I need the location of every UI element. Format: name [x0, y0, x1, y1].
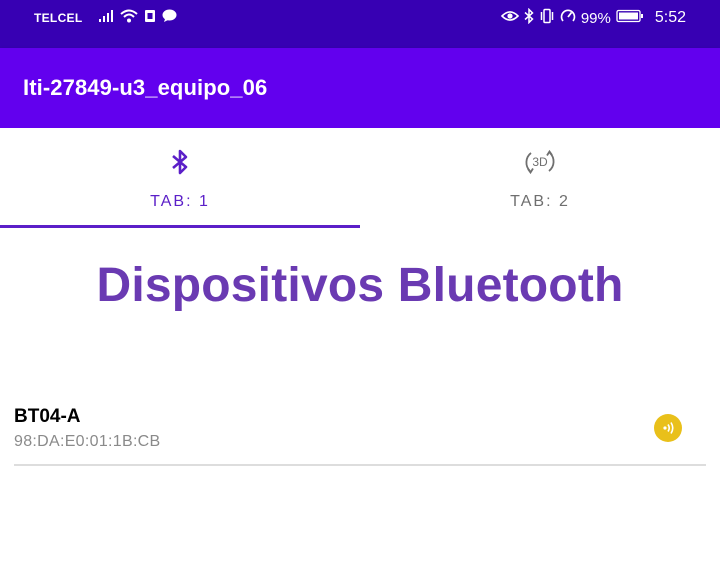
device-name: BT04-A	[14, 406, 81, 427]
bluetooth-icon	[162, 144, 198, 180]
battery-percent: 99%	[580, 9, 611, 27]
tab-2-label: TAB: 2	[510, 193, 570, 210]
status-left: TELCEL	[34, 9, 177, 27]
app-bar: Iti-27849-u3_equipo_06	[0, 48, 720, 128]
rotate-3d-icon: 3D	[522, 144, 558, 180]
tab-1[interactable]: TAB: 1	[0, 128, 360, 228]
signal-icon	[98, 9, 114, 28]
clock: 5:52	[654, 9, 686, 26]
app-title: Iti-27849-u3_equipo_06	[23, 75, 268, 100]
tab-bar: TAB: 1 3D TAB: 2	[0, 128, 720, 228]
tab-2[interactable]: 3D TAB: 2	[360, 128, 720, 228]
status-right: 99% 5:52	[500, 7, 686, 29]
battery-icon	[616, 9, 644, 28]
rotate-3d-text: 3D	[532, 155, 548, 169]
sim-icon	[144, 9, 156, 28]
wifi-icon	[120, 9, 139, 28]
page-heading: Dispositivos Bluetooth	[96, 259, 624, 312]
device-list-item[interactable]: BT04-A 98:DA:E0:01:1B:CB	[14, 398, 706, 466]
bluetooth-status-icon	[524, 7, 534, 29]
carrier-name: TELCEL	[34, 11, 83, 25]
data-saver-icon	[560, 8, 576, 29]
message-icon	[162, 9, 177, 28]
tab-indicator	[0, 225, 360, 228]
device-address: 98:DA:E0:01:1B:CB	[14, 433, 161, 450]
status-bar: TELCEL 99% 5:52	[0, 0, 720, 48]
vibrate-icon	[539, 8, 555, 29]
tab-1-label: TAB: 1	[150, 193, 210, 210]
signal-icon[interactable]	[654, 414, 682, 442]
eye-icon	[500, 9, 519, 28]
